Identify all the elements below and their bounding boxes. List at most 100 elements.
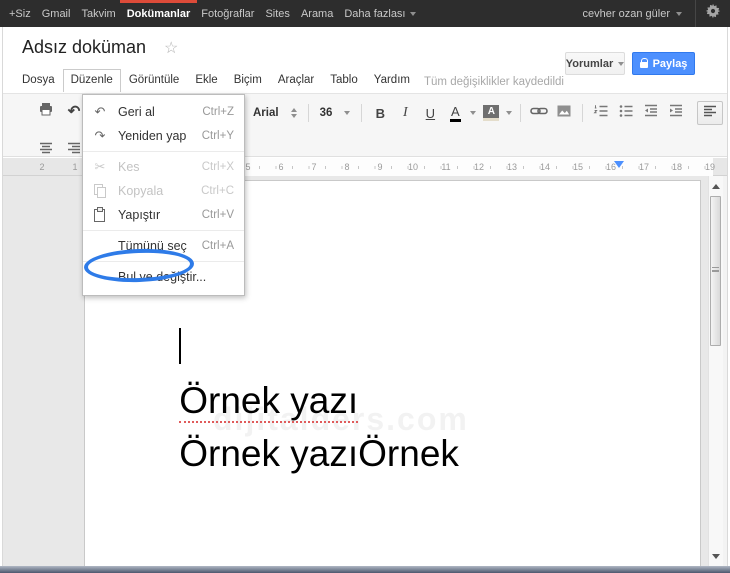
top-nav-item[interactable]: Gmail: [42, 0, 71, 27]
menu-bar-item[interactable]: Düzenle: [62, 69, 121, 92]
align-left-button[interactable]: [697, 101, 724, 125]
align-left-icon: [702, 103, 718, 124]
text-cursor: [179, 328, 182, 364]
scroll-down-arrow-icon[interactable]: [712, 554, 720, 559]
document-title[interactable]: Adsız doküman: [22, 37, 146, 58]
document-line[interactable]: Örnek yazı Örnek yazıÖrnek: [97, 268, 648, 533]
menu-item[interactable]: ↶ Geri al Ctrl+Z: [83, 100, 244, 124]
top-nav-item[interactable]: Fotoğraflar: [201, 0, 254, 27]
increase-indent-icon: [668, 103, 684, 124]
menu-item-icon: [91, 238, 109, 254]
menu-bar-item[interactable]: Araçlar: [270, 69, 322, 92]
menu-item-label: Yeniden yap: [118, 129, 187, 143]
italic-button[interactable]: I: [395, 102, 415, 124]
account-menu[interactable]: cevher ozan güler: [583, 8, 695, 20]
menu-bar-item-label: Dosya: [22, 74, 55, 86]
font-family-select[interactable]: Arial: [250, 107, 300, 119]
printer-icon: [38, 101, 54, 122]
undo-button[interactable]: ↶: [64, 100, 84, 122]
menu-item-label: Yapıştır: [118, 208, 161, 222]
increase-indent-button[interactable]: [666, 102, 686, 124]
window-right-border: [727, 27, 728, 566]
italic-icon: I: [403, 105, 408, 120]
top-bar-right: cevher ozan güler: [583, 0, 730, 27]
text-color-button[interactable]: A: [445, 102, 465, 124]
bold-button[interactable]: B: [370, 102, 390, 124]
menu-bar-item[interactable]: Yardım: [366, 69, 418, 92]
scroll-up-arrow-icon[interactable]: [712, 184, 720, 189]
chevron-down-icon: [409, 11, 416, 16]
menu-item[interactable]: ✂ Kes Ctrl+X: [83, 155, 244, 179]
ruler-number: 17: [638, 162, 650, 172]
insert-link-button[interactable]: [529, 102, 549, 124]
menu-item[interactable]: Kopyala Ctrl+C: [83, 179, 244, 203]
scrollbar-thumb[interactable]: [710, 196, 721, 346]
font-family-value: Arial: [253, 107, 279, 119]
settings-button[interactable]: [695, 0, 730, 27]
ruler-number: 2: [39, 162, 45, 172]
toolbar-wrap-group: [36, 139, 84, 161]
share-button[interactable]: Paylaş: [632, 52, 695, 75]
toolbar-left-group: ↶: [36, 100, 84, 122]
top-nav-item[interactable]: Sites: [265, 0, 289, 27]
align-center-button[interactable]: [36, 139, 56, 161]
underline-button[interactable]: U: [420, 102, 440, 124]
align-right-button[interactable]: [64, 139, 84, 161]
top-nav-item[interactable]: Takvim: [81, 0, 115, 27]
menu-bar-item[interactable]: Tablo: [322, 69, 366, 92]
menu-bar-item[interactable]: Görüntüle: [121, 69, 188, 92]
menu-bar-item-label: Biçim: [233, 74, 262, 86]
menu-item-icon: ✂: [94, 159, 106, 174]
top-nav-item[interactable]: +Siz: [9, 0, 31, 27]
top-nav-item[interactable]: Arama: [301, 0, 333, 27]
comments-button[interactable]: Yorumlar: [565, 52, 625, 75]
font-size-select[interactable]: 36: [317, 107, 354, 119]
top-nav-item-label: Gmail: [41, 7, 71, 20]
chevron-down-icon: [344, 111, 351, 115]
ruler-number: 9: [377, 162, 383, 172]
numbered-list-button[interactable]: [591, 102, 611, 124]
menu-bar-item-label: Tablo: [330, 74, 358, 86]
ruler-number: 12: [473, 162, 485, 172]
ruler-number: 18: [671, 162, 683, 172]
highlight-color-button[interactable]: A: [481, 102, 501, 124]
toolbar-separator: [361, 104, 363, 122]
menu-item-shortcut: Ctrl+X: [201, 161, 234, 173]
menu-bar-item-label: Görüntüle: [128, 74, 180, 86]
decrease-indent-icon: [643, 103, 659, 124]
star-icon[interactable]: ☆: [164, 38, 178, 58]
print-button[interactable]: [36, 100, 56, 122]
insert-image-button[interactable]: [554, 102, 574, 124]
top-nav-item[interactable]: Daha fazlası: [344, 0, 416, 27]
chevron-down-icon[interactable]: [470, 111, 477, 115]
ruler-number: 15: [572, 162, 584, 172]
menu-item-icon: ↶: [94, 104, 106, 119]
menu-bar-item[interactable]: Biçim: [226, 69, 270, 92]
menu-item-label: Kes: [118, 160, 140, 174]
bulleted-list-button[interactable]: [616, 102, 636, 124]
top-nav-item-label: Daha fazlası: [344, 7, 406, 20]
menu-item[interactable]: ↷ Yeniden yap Ctrl+Y: [83, 124, 244, 148]
undo-icon: ↶: [67, 103, 81, 120]
menu-bar-item-label: Düzenle: [70, 74, 113, 86]
top-nav-item-label: +Siz: [9, 7, 31, 20]
font-size-value: 36: [319, 107, 333, 119]
save-status-text: Tüm değişiklikler kaydedildi: [424, 76, 564, 88]
text-color-icon: A: [450, 105, 461, 122]
chevron-down-icon[interactable]: [506, 111, 513, 115]
menu-item-label: Geri al: [118, 105, 155, 119]
right-indent-marker[interactable]: [614, 161, 624, 168]
underline-icon: U: [425, 105, 436, 121]
top-nav-item-label: Fotoğraflar: [201, 7, 255, 20]
toolbar-separator: [520, 104, 522, 122]
menu-bar-item[interactable]: Ekle: [187, 69, 225, 92]
menu-item[interactable]: Yapıştır Ctrl+V: [83, 203, 244, 227]
bold-icon: B: [375, 105, 386, 121]
menu-item-shortcut: Ctrl+A: [201, 240, 234, 252]
decrease-indent-button[interactable]: [641, 102, 661, 124]
top-nav-item-label: Sites: [265, 7, 290, 20]
gear-icon: [705, 3, 721, 24]
ruler-number: 6: [278, 162, 284, 172]
top-nav-item[interactable]: Dokümanlar: [119, 0, 197, 27]
menu-bar-item[interactable]: Dosya: [14, 69, 63, 92]
